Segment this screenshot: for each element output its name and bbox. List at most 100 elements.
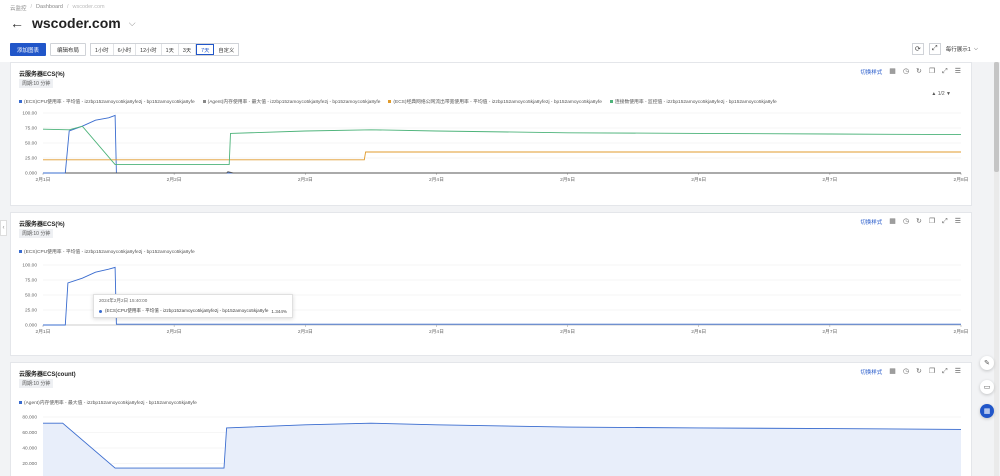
y-tick-label: 60.000 <box>22 430 37 436</box>
legend-pager: ▲ 1/2 ▼ <box>931 91 951 97</box>
range-12h-button[interactable]: 12小时 <box>136 44 162 55</box>
breadcrumb: 云监控 / Dashboard / wscoder.com <box>10 4 105 12</box>
panel-title: 云服务器ECS(%) <box>19 72 65 78</box>
legend-swatch <box>19 401 22 404</box>
y-tick-label: 25.00 <box>25 308 37 314</box>
range-1h-button[interactable]: 1小时 <box>91 44 114 55</box>
edit-layout-button[interactable]: 编辑布局 <box>50 43 87 56</box>
feedback-icon[interactable]: ▭ <box>980 380 994 394</box>
panel-actions: 切换样式 ▦ ◷ ↻ ❐ ⤢ ☰ <box>860 68 961 76</box>
legend-item[interactable]: (Agent)内存使用率 - 最大值 - i2zbp152amoyco5kja8… <box>202 98 380 105</box>
chart-panel-count: 云服务器ECS(count) 切换样式 ▦ ◷ ↻ ❐ ⤢ ☰ 周期:10 分钟… <box>10 362 972 476</box>
legend-item[interactable]: (ECS)CPU使用率 - 平均值 - i2zbp152amoyco5kja8y… <box>19 248 195 255</box>
breadcrumb-item[interactable]: 云监控 <box>10 4 27 12</box>
refresh-icon[interactable]: ↻ <box>916 68 922 76</box>
calendar-icon[interactable]: ▦ <box>889 68 896 76</box>
legend-label: 连接数使用率 - 监控值 - i2zbp152amoyco5kja8yfe2j … <box>614 100 777 105</box>
clock-icon[interactable]: ◷ <box>903 218 909 226</box>
series-line <box>43 151 961 161</box>
legend-item[interactable]: (ECS)经典网络公网流出带宽使用率 - 平均值 - i2zbp152amoyc… <box>388 98 602 105</box>
expand-icon[interactable]: ⤢ <box>942 218 948 226</box>
x-tick-label: 2月4日 <box>429 177 444 183</box>
switch-style-link[interactable]: 切换样式 <box>860 218 882 226</box>
right-tools: ⟳ ⤢ 每行展示1 ⌵ <box>911 43 978 55</box>
calendar-icon[interactable]: ▦ <box>889 368 896 376</box>
legend-swatch <box>202 100 206 103</box>
legend-swatch <box>388 100 392 103</box>
breadcrumb-separator: / <box>66 4 69 10</box>
clock-icon[interactable]: ◷ <box>903 68 909 76</box>
x-tick-label: 2月6日 <box>691 329 706 335</box>
range-6h-button[interactable]: 6小时 <box>113 44 137 55</box>
copy-icon[interactable]: ❐ <box>929 218 935 226</box>
x-tick-label: 2月1日 <box>36 329 51 335</box>
legend-swatch <box>19 100 22 103</box>
range-7d-button[interactable]: 7天 <box>196 44 215 55</box>
switch-style-link[interactable]: 切换样式 <box>860 368 882 376</box>
legend-item[interactable]: (Agent)内存使用率 - 最大值 - i2zbp152amoyco5kja8… <box>19 399 197 406</box>
page-title: wscoder.com <box>32 15 121 31</box>
copy-icon[interactable]: ❐ <box>929 68 935 76</box>
menu-icon[interactable]: ☰ <box>955 368 961 376</box>
chart-legend: (Agent)内存使用率 - 最大值 - i2zbp152amoyco5kja8… <box>19 399 197 406</box>
copy-icon[interactable]: ❐ <box>929 368 935 376</box>
apps-grid-icon[interactable]: ▦ <box>980 404 994 418</box>
range-1d-button[interactable]: 1天 <box>161 44 179 55</box>
x-tick-label: 2月2日 <box>167 177 182 183</box>
refresh-icon[interactable]: ↻ <box>916 218 922 226</box>
refresh-icon[interactable]: ↻ <box>916 368 922 376</box>
layout-select-value: 每行展示1 <box>945 47 971 53</box>
line-chart[interactable]: 100.00 75.00 50.00 25.00 0.0002月1日 2月2日 2月3日 2月… <box>11 107 973 207</box>
menu-icon[interactable]: ☰ <box>955 218 961 226</box>
period-tag: 周期:10 分钟 <box>19 379 54 388</box>
clock-icon[interactable]: ◷ <box>903 368 909 376</box>
x-tick-label: 2月1日 <box>36 177 51 183</box>
legend-label: (ECS)经典网络公网流出带宽使用率 - 平均值 - i2zbp152amoyc… <box>393 100 602 105</box>
calendar-icon[interactable]: ▦ <box>889 218 896 226</box>
y-tick-label: 50.00 <box>25 293 37 299</box>
edit-icon[interactable]: ✎ <box>980 356 994 370</box>
add-chart-button[interactable]: 添加图表 <box>10 43 47 56</box>
range-custom-button[interactable]: 自定义 <box>214 44 239 55</box>
fullscreen-icon[interactable]: ⤢ <box>928 43 941 55</box>
chart-tooltip: 2024年2月2日 15:40:00 (ECS)CPU使用率 - 平均值 - i… <box>93 294 293 318</box>
refresh-icon[interactable]: ⟳ <box>911 43 924 55</box>
legend-item[interactable]: (ECS)CPU使用率 - 平均值 - i2zbp152amoyco5kja8y… <box>19 98 195 105</box>
panel-actions: 切换样式 ▦ ◷ ↻ ❐ ⤢ ☰ <box>860 218 961 226</box>
time-range-group: 1小时 6小时 12小时 1天 3天 7天 自定义 <box>90 43 240 56</box>
triangle-up-icon[interactable]: ▲ <box>931 91 936 97</box>
y-tick-label: 80.000 <box>22 415 37 421</box>
y-tick-label: 100.00 <box>22 263 37 269</box>
legend-item[interactable]: 连接数使用率 - 监控值 - i2zbp152amoyco5kja8yfe2j … <box>609 98 777 105</box>
x-tick-label: 2月3日 <box>298 329 313 335</box>
chevron-down-icon[interactable]: ⌵ <box>129 18 136 29</box>
scrollbar-thumb[interactable] <box>994 62 999 172</box>
switch-style-link[interactable]: 切换样式 <box>860 68 882 76</box>
x-tick-label: 2月8日 <box>954 177 969 183</box>
breadcrumb-item[interactable]: Dashboard <box>36 4 63 12</box>
y-tick-label: 20.000 <box>22 461 37 467</box>
menu-icon[interactable]: ☰ <box>955 68 961 76</box>
expand-icon[interactable]: ⤢ <box>942 368 948 376</box>
collapse-sidebar-toggle[interactable]: ‹ <box>0 220 7 236</box>
area-chart[interactable]: 80.00060.00040.00020.0000.000 <box>11 409 973 476</box>
back-arrow-icon[interactable]: ← <box>10 15 24 31</box>
layout-select[interactable]: 每行展示1 ⌵ <box>945 45 978 54</box>
breadcrumb-separator: / <box>30 4 33 10</box>
triangle-down-icon[interactable]: ▼ <box>946 91 951 97</box>
x-tick-label: 2月2日 <box>167 329 182 335</box>
chevron-down-icon: ⌵ <box>973 45 978 52</box>
range-3d-button[interactable]: 3天 <box>178 44 197 55</box>
chart-panel-cpu: 云服务器ECS(%) 切换样式 ▦ ◷ ↻ ❐ ⤢ ☰ 周期:10 分钟 (EC… <box>10 212 972 356</box>
y-tick-label: 25.00 <box>25 156 37 162</box>
expand-icon[interactable]: ⤢ <box>942 68 948 76</box>
y-tick-label: 50.00 <box>25 141 37 147</box>
x-tick-label: 2月5日 <box>560 177 575 183</box>
series-line <box>65 171 961 174</box>
tooltip-time: 2024年2月2日 15:40:00 <box>99 298 148 303</box>
tooltip-value: 1.344% <box>271 308 287 314</box>
x-tick-label: 2月5日 <box>560 329 575 335</box>
y-tick-label: 40.000 <box>22 446 37 452</box>
period-tag: 周期:10 分钟 <box>19 229 54 238</box>
legend-label: (Agent)内存使用率 - 最大值 - i2zbp152amoyco5kja8… <box>24 401 197 406</box>
